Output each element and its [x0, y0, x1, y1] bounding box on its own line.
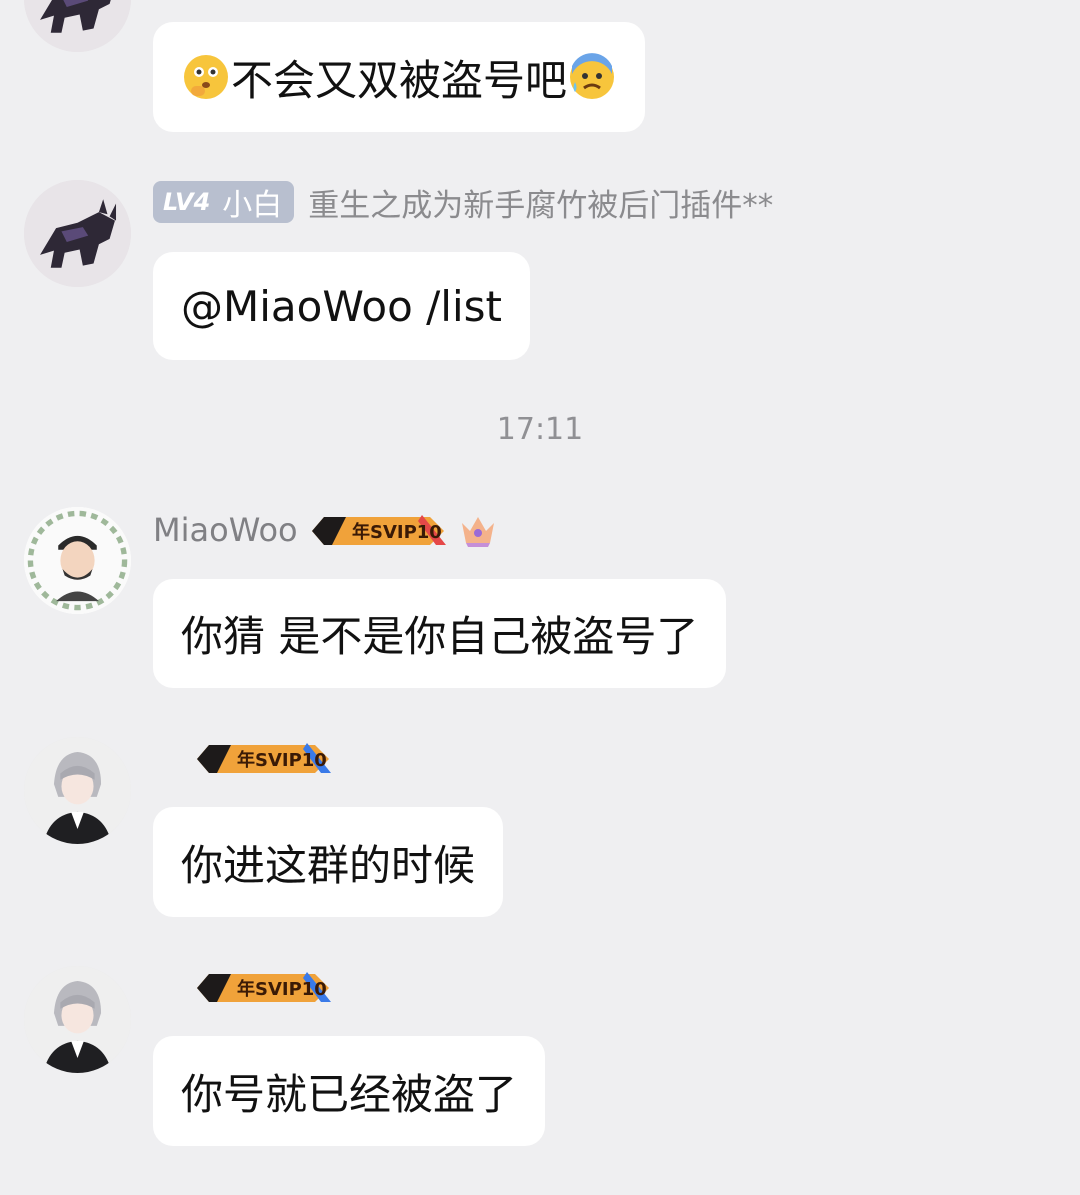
sender-avatar[interactable]	[24, 737, 131, 844]
anime-avatar-icon	[24, 737, 131, 844]
crown-icon	[456, 509, 500, 551]
sender-avatar[interactable]	[24, 966, 131, 1073]
sender-avatar[interactable]	[24, 180, 131, 287]
message-timestamp: 17:11	[496, 412, 584, 447]
anxious-face-emoji	[567, 52, 617, 102]
svip-badge: 年SVIP10	[310, 509, 448, 551]
level-title: 小白	[222, 188, 283, 223]
group-title: 重生之成为新手腐竹被后门插件**	[308, 187, 774, 224]
message-bubble[interactable]: @MiaoWoo /list	[153, 252, 530, 360]
thinking-face-emoji	[181, 52, 231, 102]
svip-badge: 年SVIP10	[195, 737, 333, 779]
message-bubble[interactable]: 你猜 是不是你自己被盗号了	[153, 579, 727, 688]
sender-meta: MiaoWoo 年SVIP10	[153, 508, 500, 552]
sender-avatar[interactable]	[24, 507, 131, 614]
sender-meta: 年SVIP10	[195, 965, 333, 1009]
svip-badge: 年SVIP10	[195, 966, 333, 1008]
svip-badge-label: 年SVIP10	[237, 749, 327, 771]
message-bubble[interactable]: 你号就已经被盗了	[153, 1036, 546, 1146]
sender-nickname[interactable]: MiaoWoo	[153, 511, 298, 549]
message-text: 不会又双被盗号吧	[231, 55, 568, 105]
wolf-avatar-icon	[24, 180, 131, 287]
wolf-avatar-icon	[24, 0, 131, 52]
message-bubble[interactable]: 不会又双被盗号吧	[153, 22, 646, 132]
level-label: LV4	[163, 188, 211, 216]
message-text: @MiaoWoo /list	[181, 281, 502, 331]
level-badge: LV4 小白	[153, 181, 295, 223]
man-avatar-icon	[24, 507, 131, 614]
message-bubble[interactable]: 你进这群的时候	[153, 807, 504, 917]
sender-avatar[interactable]	[24, 0, 131, 52]
sender-meta: LV4 小白 重生之成为新手腐竹被后门插件**	[153, 180, 773, 224]
message-text: 你进这群的时候	[181, 840, 476, 890]
message-text: 你号就已经被盗了	[181, 1069, 518, 1119]
sender-meta: 年SVIP10	[195, 736, 333, 780]
anime-avatar-icon	[24, 966, 131, 1073]
svip-badge-label: 年SVIP10	[237, 978, 327, 1000]
message-text: 你猜 是不是你自己被盗号了	[181, 612, 699, 661]
svip-badge-label: 年SVIP10	[352, 521, 442, 543]
